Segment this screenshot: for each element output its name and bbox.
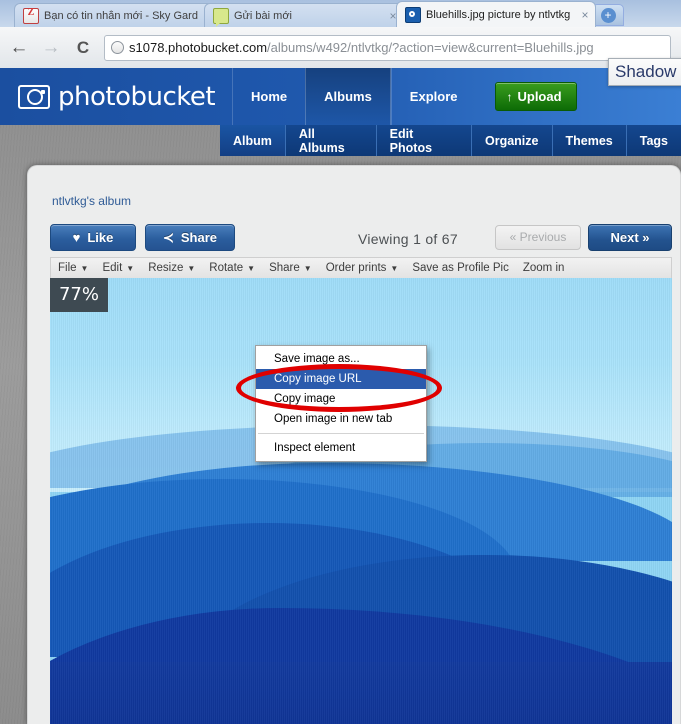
chevron-down-icon: ▼ — [187, 263, 196, 273]
nav-item-home[interactable]: Home — [232, 68, 305, 125]
toolbar-save-profile-label: Save as Profile Pic — [412, 262, 509, 274]
url-path: /albums/w492/ntlvtkg/?action=view&curren… — [267, 40, 594, 55]
photobucket-favicon-icon — [405, 6, 421, 23]
context-menu-item-inspect-element[interactable]: Inspect element — [256, 438, 426, 458]
page-info-icon[interactable] — [111, 41, 124, 54]
subnav-item-all-albums[interactable]: All Albums — [285, 125, 377, 156]
toolbar-file-menu[interactable]: File ▼ — [51, 262, 95, 274]
browser-chrome: Bạn có tin nhắn mới - Sky Gard × Gửi bài… — [0, 0, 681, 69]
upload-arrow-icon: ↑ — [506, 89, 513, 104]
toolbar-save-as-profile-pic[interactable]: Save as Profile Pic — [405, 262, 516, 274]
toolbar-edit-label: Edit — [102, 262, 123, 274]
tab-strip: Bạn có tin nhắn mới - Sky Gard × Gửi bài… — [0, 0, 681, 27]
new-tab-button[interactable]: + — [592, 4, 624, 26]
toolbar-resize-label: Resize — [148, 262, 184, 274]
nav-item-albums[interactable]: Albums — [305, 68, 391, 125]
camera-icon — [18, 84, 50, 109]
site-top-navigation: Home Albums Explore — [232, 68, 475, 125]
tab-title: Bạn có tin nhắn mới - Sky Gard — [44, 9, 198, 22]
share-button[interactable]: ≺ Share — [145, 224, 235, 251]
like-button[interactable]: ♥ Like — [50, 224, 136, 251]
context-menu-item-copy-image-url[interactable]: Copy image URL — [256, 369, 426, 389]
chevron-down-icon: ▼ — [390, 263, 399, 273]
reload-button[interactable]: C — [70, 35, 96, 61]
toolbar-order-prints-label: Order prints — [325, 262, 387, 274]
toolbar-share-label: Share — [269, 262, 300, 274]
plus-icon: + — [600, 8, 616, 23]
zoom-level-badge: 77% — [50, 278, 108, 312]
zing-favicon-icon — [23, 7, 39, 24]
context-menu-item-save-image-as[interactable]: Save image as... — [256, 349, 426, 369]
toolbar-resize-menu[interactable]: Resize ▼ — [141, 262, 202, 274]
subnav-item-organize[interactable]: Organize — [472, 125, 553, 156]
breadcrumb[interactable]: ntlvtkg's album — [52, 194, 131, 208]
image-foreground-base — [50, 661, 672, 724]
toolbar-order-prints-menu[interactable]: Order prints ▼ — [319, 262, 406, 274]
subnav-item-themes[interactable]: Themes — [552, 125, 627, 156]
viewing-counter: Viewing 1 of 67 — [358, 231, 458, 247]
subnav-item-tags[interactable]: Tags — [626, 125, 681, 156]
next-button[interactable]: Next » — [588, 224, 672, 251]
context-menu-item-open-image-in-new-tab[interactable]: Open image in new tab — [256, 409, 426, 429]
toolbar-edit-menu[interactable]: Edit ▼ — [95, 262, 141, 274]
forward-button[interactable]: → — [38, 35, 64, 61]
share-icon: ≺ — [162, 229, 174, 245]
subnav-item-album[interactable]: Album — [220, 125, 286, 156]
chevron-down-icon: ▼ — [303, 263, 312, 273]
subnav-item-edit-photos[interactable]: Edit Photos — [376, 125, 472, 156]
previous-button[interactable]: « Previous — [495, 225, 581, 250]
browser-tab-3-active[interactable]: Bluehills.jpg picture by ntlvtkg × — [396, 1, 596, 27]
toolbar-share-menu[interactable]: Share ▼ — [262, 262, 319, 274]
chevron-down-icon: ▼ — [247, 263, 256, 273]
like-label: Like — [87, 230, 114, 245]
upload-button[interactable]: ↑ Upload — [495, 82, 577, 111]
toolbar-file-label: File — [58, 262, 77, 274]
image-editor-toolbar: File ▼ Edit ▼ Resize ▼ Rotate ▼ Share ▼ … — [50, 257, 672, 278]
album-sub-navigation: Album All Albums Edit Photos Organize Th… — [220, 125, 681, 156]
context-menu-separator — [258, 433, 424, 434]
url-domain: s1078.photobucket.com — [129, 40, 268, 55]
browser-context-menu: Save image as... Copy image URL Copy ima… — [255, 345, 427, 462]
address-bar[interactable]: s1078.photobucket.com/albums/w492/ntlvtk… — [104, 34, 671, 61]
tab-title: Bluehills.jpg picture by ntlvtkg — [426, 8, 571, 21]
browser-tab-2[interactable]: Gửi bài mới × — [204, 3, 404, 27]
share-label: Share — [180, 230, 218, 245]
heart-icon: ♥ — [72, 230, 81, 245]
nav-item-explore[interactable]: Explore — [390, 68, 476, 125]
back-button[interactable]: ← — [6, 35, 32, 61]
logo-text: photobucket — [58, 81, 216, 112]
site-header: photobucket Home Albums Explore ↑ Upload — [0, 68, 681, 125]
toolbar-zoom-in-label: Zoom in — [522, 262, 565, 274]
upload-label: Upload — [517, 89, 562, 104]
tab-title: Gửi bài mới — [234, 9, 292, 22]
toolbar-rotate-menu[interactable]: Rotate ▼ — [202, 262, 262, 274]
chevron-down-icon: ▼ — [80, 263, 89, 273]
toolbar-rotate-label: Rotate — [209, 262, 244, 274]
photobucket-logo[interactable]: photobucket — [18, 82, 218, 112]
note-favicon-icon — [213, 7, 229, 27]
chevron-down-icon: ▼ — [126, 263, 135, 273]
browser-navigation-bar: ← → C s1078.photobucket.com/albums/w492/… — [0, 27, 681, 69]
social-buttons: ♥ Like ≺ Share — [50, 224, 244, 251]
shadow-tooltip-popup: Shadow — [608, 58, 681, 86]
tab-close-icon[interactable]: × — [579, 9, 591, 21]
toolbar-zoom-in[interactable]: Zoom in — [516, 262, 572, 274]
context-menu-item-copy-image[interactable]: Copy image — [256, 389, 426, 409]
